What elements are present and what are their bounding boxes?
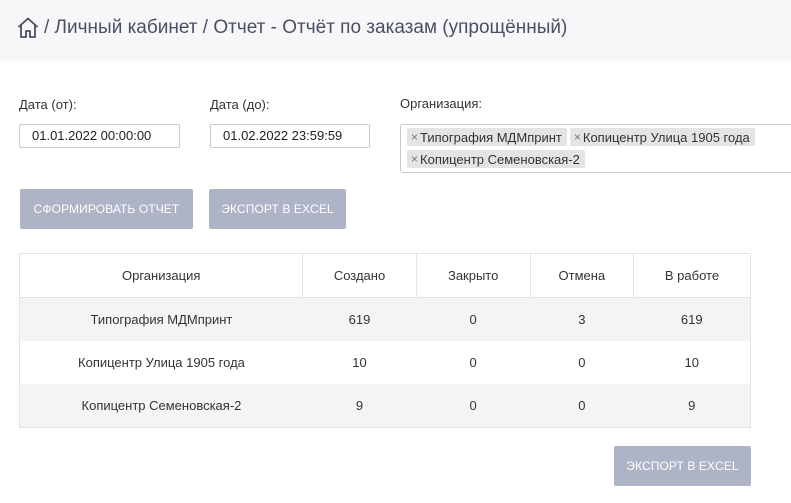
remove-icon[interactable]: × (411, 150, 418, 168)
column-header-cancelled: Отмена (529, 253, 634, 298)
cell-closed: 0 (469, 312, 477, 327)
org-chip: × Типография МДМпринт (407, 128, 567, 146)
breadcrumb: / Личный кабинет / Отчет - Отчёт по зака… (16, 14, 567, 42)
cell-cancelled: 0 (530, 384, 634, 428)
org-chip: × Копицентр Улица 1905 года (569, 128, 755, 146)
column-header-created: Создано (302, 253, 417, 298)
date-from-input[interactable]: 01.01.2022 00:00:00 (19, 124, 180, 148)
cell-created: 10 (352, 355, 367, 370)
cell-in-progress: 619 (633, 297, 752, 341)
column-header-in-progress: В работе (632, 253, 752, 298)
breadcrumb-text: / Личный кабинет / Отчет - Отчёт по зака… (44, 17, 568, 38)
column-header-organization: Организация (18, 253, 304, 298)
table-row: Копицентр Семеновская-2 9 0 0 9 (18, 384, 752, 428)
export-excel-bottom-button[interactable]: ЭКСПОРТ В EXCEL (614, 446, 751, 486)
table-row: Копицентр Улица 1905 года 10 0 0 10 (18, 341, 752, 384)
home-icon[interactable] (16, 16, 40, 40)
cell-in-progress: 10 (633, 341, 752, 384)
generate-report-button[interactable]: СФОРМИРОВАТЬ ОТЧЕТ (20, 189, 193, 229)
org-chip-label: Типография МДМпринт (420, 129, 562, 145)
cell-created: 619 (348, 312, 371, 327)
remove-icon[interactable]: × (411, 128, 418, 146)
remove-icon[interactable]: × (574, 128, 581, 146)
date-to-label: Дата (до): (210, 97, 270, 112)
cell-cancelled: 3 (578, 312, 586, 327)
org-chip-label: Копицентр Улица 1905 года (582, 129, 750, 145)
export-excel-button[interactable]: ЭКСПОРТ В EXCEL (209, 189, 346, 229)
cell-organization: Копицентр Семеновская-2 (18, 384, 303, 428)
column-header-closed: Закрыто (415, 253, 531, 298)
org-chip-label: Копицентр Семеновская-2 (420, 151, 580, 167)
org-label: Организация: (400, 96, 483, 111)
cell-cancelled: 0 (578, 355, 586, 370)
org-multiselect[interactable]: × Типография МДМпринт × Копицентр Улица … (400, 124, 791, 173)
table-header-row: Организация Создано Закрыто Отмена В раб… (18, 253, 752, 298)
cell-created: 9 (302, 384, 417, 428)
report-table: Организация Создано Закрыто Отмена В раб… (18, 253, 752, 428)
page-header: / Личный кабинет / Отчет - Отчёт по зака… (0, 0, 791, 58)
cell-organization: Типография МДМпринт (18, 297, 303, 341)
date-from-label: Дата (от): (19, 97, 77, 112)
cell-in-progress: 9 (633, 384, 752, 428)
cell-organization: Копицентр Улица 1905 года (18, 341, 303, 384)
date-to-input[interactable]: 01.02.2022 23:59:59 (210, 124, 370, 148)
cell-closed: 0 (469, 355, 477, 370)
table-row: Типография МДМпринт 619 0 3 619 (18, 297, 752, 341)
cell-closed: 0 (416, 384, 531, 428)
org-chip: × Копицентр Семеновская-2 (407, 150, 585, 168)
